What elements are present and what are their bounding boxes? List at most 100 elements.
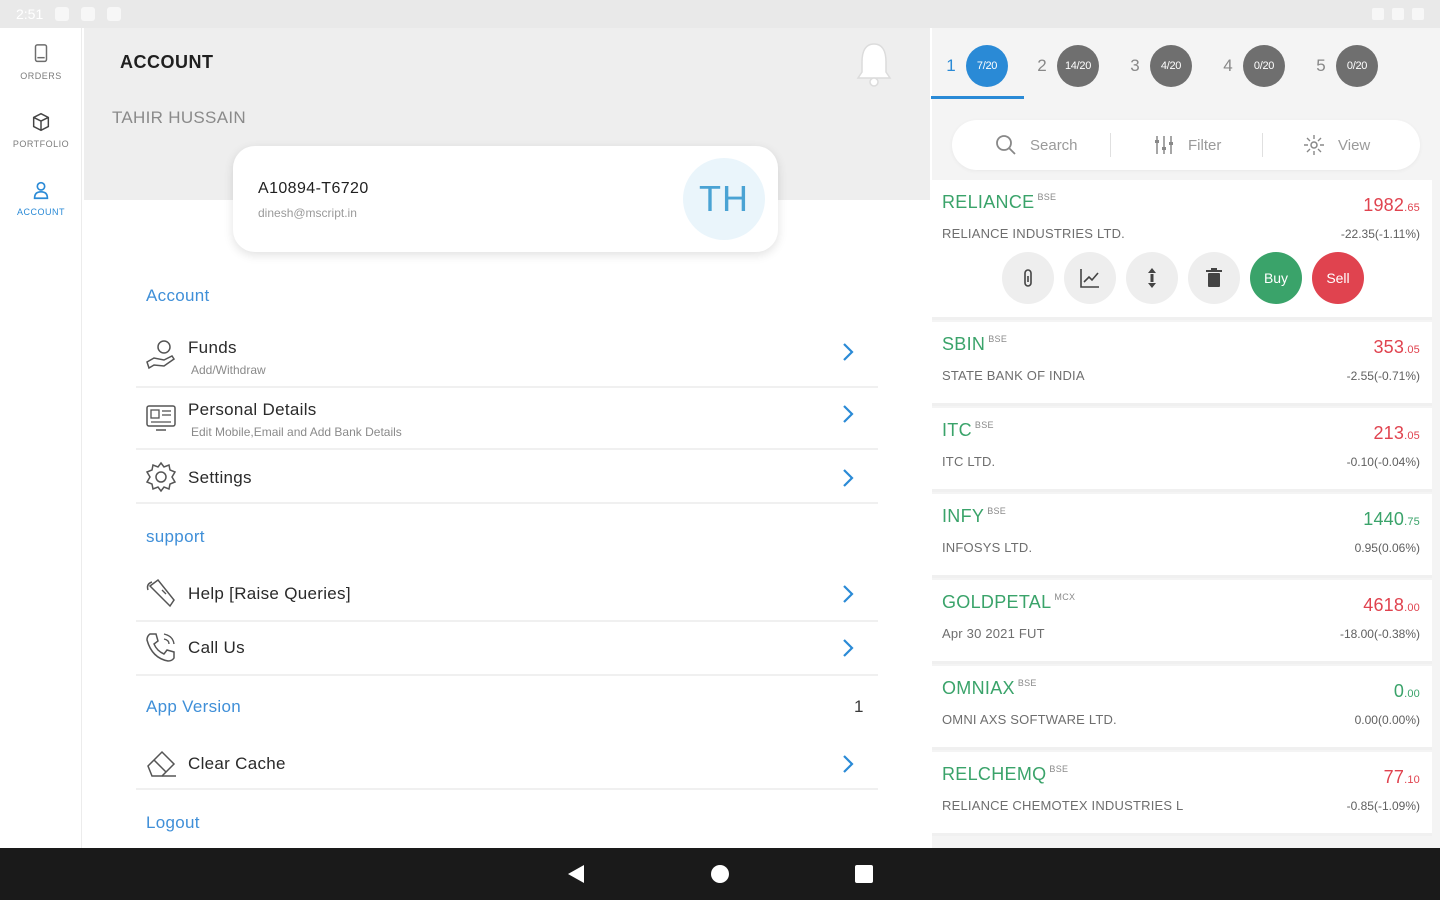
chart-button[interactable]	[1064, 252, 1116, 304]
last-price: 0.00	[1393, 681, 1420, 701]
back-icon[interactable]	[564, 862, 588, 886]
menu-call-us[interactable]: Call Us	[136, 622, 878, 676]
home-icon[interactable]	[708, 862, 732, 886]
logout-link[interactable]: Logout	[146, 813, 200, 833]
chevron-right-icon	[843, 755, 854, 773]
client-email: dinesh@mscript.in	[258, 206, 357, 220]
watchlist-item-itc[interactable]: ITC BSE ITC LTD. 213.05 -0.10(-0.04%)	[932, 408, 1432, 492]
symbol: ITC BSE	[942, 420, 994, 440]
recents-icon[interactable]	[852, 862, 876, 886]
toolbar-divider	[1262, 133, 1263, 157]
chevron-right-icon	[843, 585, 854, 603]
search-button[interactable]: Search	[994, 120, 1078, 170]
tab-count-badge: 14/20	[1057, 45, 1099, 87]
chart-icon	[1080, 269, 1099, 288]
watchlist-tab-5[interactable]: 5 0/20	[1314, 44, 1378, 88]
symbol: RELIANCE BSE	[942, 192, 1057, 212]
nav-label-portfolio: PORTFOLIO	[12, 139, 70, 149]
tab-number: 1	[946, 56, 956, 75]
reorder-button[interactable]	[1126, 252, 1178, 304]
symbol: GOLDPETAL MCX	[942, 592, 1076, 612]
menu-funds-subtitle: Add/Withdraw	[191, 363, 266, 377]
search-label: Search	[1030, 136, 1078, 154]
watchlist-tabs: 1 7/20 2 14/20 3 4/20 4 0/20 5 0/20	[932, 40, 1440, 100]
watchlist-item-goldpetal[interactable]: GOLDPETAL MCX Apr 30 2021 FUT 4618.00 -18…	[932, 580, 1432, 664]
status-bar: 2:51	[0, 0, 1440, 28]
watchlist-item-relchemq[interactable]: RELCHEMQ BSE RELIANCE CHEMOTEX INDUSTRIES…	[932, 752, 1432, 836]
view-label: View	[1338, 136, 1371, 154]
tab-number: 3	[1130, 56, 1140, 75]
tab-count-badge: 0/20	[1243, 45, 1285, 87]
company-name: OMNI AXS SOFTWARE LTD.	[942, 712, 1117, 727]
search-icon	[996, 135, 1016, 155]
tab-count-badge: 4/20	[1150, 45, 1192, 87]
app-version-value: 1	[854, 697, 864, 716]
watchlist-tab-1[interactable]: 1 7/20	[944, 44, 1008, 88]
menu-funds-title: Funds	[188, 338, 237, 357]
tab-number: 2	[1037, 56, 1047, 75]
nav-item-account[interactable]: ACCOUNT	[0, 168, 82, 228]
watchlist-tab-4[interactable]: 4 0/20	[1221, 44, 1285, 88]
trash-icon	[1206, 268, 1222, 287]
funds-icon	[146, 340, 176, 370]
eraser-icon	[147, 750, 176, 777]
menu-help-title: Help [Raise Queries]	[188, 584, 351, 603]
filter-button[interactable]: Filter	[1152, 120, 1221, 170]
account-icon	[33, 181, 49, 200]
watchlist-item-reliance[interactable]: RELIANCE BSE RELIANCE INDUSTRIES LTD. 198…	[932, 180, 1432, 320]
nav-label-orders: ORDERS	[20, 71, 62, 81]
filter-icon	[1155, 136, 1173, 154]
client-code: A10894-T6720	[258, 180, 369, 197]
watchlist-item-sbin[interactable]: SBIN BSE STATE BANK OF INDIA 353.05 -2.55…	[932, 322, 1432, 406]
menu-personal-subtitle: Edit Mobile,Email and Add Bank Details	[191, 425, 402, 439]
last-price: 213.05	[1373, 423, 1420, 443]
tab-count-badge: 0/20	[1336, 45, 1378, 87]
menu-funds[interactable]: Funds Add/Withdraw	[136, 326, 878, 388]
nav-item-portfolio[interactable]: PORTFOLIO	[0, 100, 82, 160]
menu-personal-details[interactable]: Personal Details Edit Mobile,Email and A…	[136, 388, 878, 450]
price-change: -0.85(-1.09%)	[1346, 799, 1420, 813]
company-name: ITC LTD.	[942, 454, 996, 469]
price-change: -18.00(-0.38%)	[1339, 627, 1420, 641]
section-label-app-version: App Version	[146, 697, 241, 716]
price-change: -0.10(-0.04%)	[1346, 455, 1420, 469]
signal-icon	[1392, 8, 1404, 20]
symbol: OMNIAX BSE	[942, 678, 1037, 698]
gear-icon	[145, 461, 177, 493]
menu-personal-title: Personal Details	[188, 400, 317, 419]
market-depth-button[interactable]	[1002, 252, 1054, 304]
company-name: Apr 30 2021 FUT	[942, 626, 1045, 641]
watchlist-toolbar: Search Filter View	[952, 120, 1420, 170]
filter-label: Filter	[1188, 136, 1222, 154]
nav-item-orders[interactable]: ORDERS	[0, 32, 82, 92]
buy-button[interactable]: Buy	[1250, 252, 1302, 304]
user-name: TAHIR HUSSAIN	[112, 108, 246, 127]
menu-clear-cache[interactable]: Clear Cache	[136, 736, 878, 790]
active-tab-indicator	[931, 96, 1024, 99]
watchlist-tab-2[interactable]: 2 14/20	[1035, 44, 1099, 88]
company-name: RELIANCE CHEMOTEX INDUSTRIES L	[942, 798, 1184, 813]
price-change: -2.55(-0.71%)	[1346, 369, 1420, 383]
menu-settings[interactable]: Settings	[136, 450, 878, 504]
menu-clear-cache-title: Clear Cache	[188, 754, 286, 773]
nav-label-account: ACCOUNT	[17, 207, 65, 217]
sort-icon	[1148, 268, 1156, 288]
avatar: TH	[683, 158, 765, 240]
sell-button[interactable]: Sell	[1312, 252, 1364, 304]
price-change: 0.00(0.00%)	[1354, 713, 1420, 727]
profile-card[interactable]: A10894-T6720 dinesh@mscript.in TH	[233, 146, 778, 252]
watchlist-item-omniax[interactable]: OMNIAX BSE OMNI AXS SOFTWARE LTD. 0.00 0.…	[932, 666, 1432, 750]
bell-icon[interactable]	[852, 38, 896, 90]
menu-help[interactable]: Help [Raise Queries]	[136, 568, 878, 622]
view-button[interactable]: View	[1302, 120, 1370, 170]
settings-notification-icon	[55, 7, 70, 21]
watchlist-tab-3[interactable]: 3 4/20	[1128, 44, 1192, 88]
delete-button[interactable]	[1188, 252, 1240, 304]
menu-settings-title: Settings	[188, 468, 252, 487]
symbol: SBIN BSE	[942, 334, 1008, 354]
last-price: 1982.65	[1363, 195, 1420, 215]
watchlist-item-infy[interactable]: INFY BSE INFOSYS LTD. 1440.75 0.95(0.06%)	[932, 494, 1432, 578]
last-price: 77.10	[1383, 767, 1420, 787]
symbol: INFY BSE	[942, 506, 1007, 526]
company-name: STATE BANK OF INDIA	[942, 368, 1085, 383]
